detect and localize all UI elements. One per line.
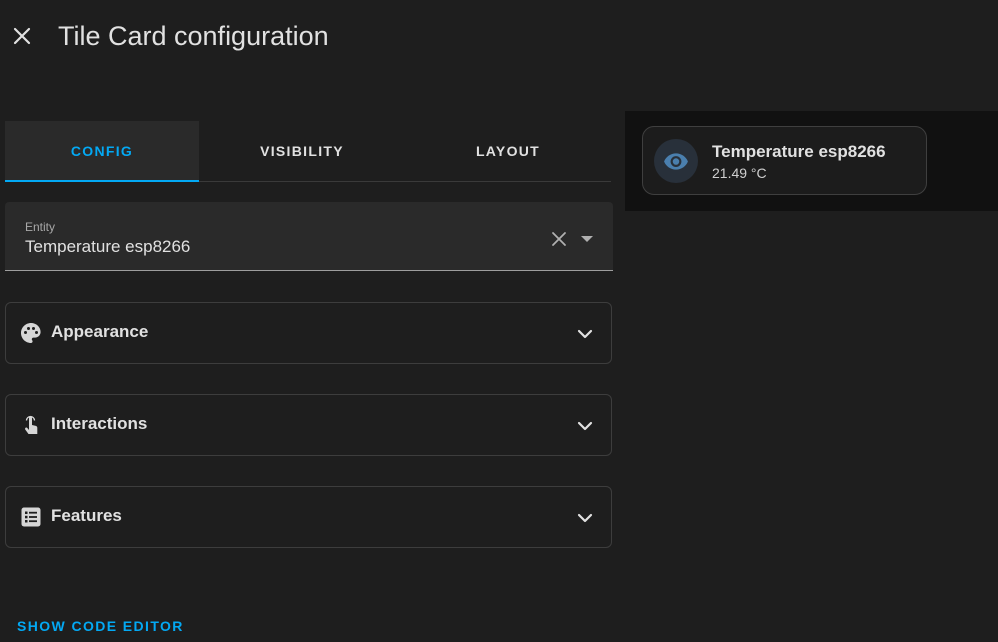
clear-entity-button[interactable] xyxy=(548,228,570,250)
tab-visibility[interactable]: VISIBILITY xyxy=(199,121,405,181)
appearance-panel[interactable]: Appearance xyxy=(5,302,612,364)
card-preview: Temperature esp8266 21.49 °C xyxy=(625,111,998,211)
tile-card[interactable]: Temperature esp8266 21.49 °C xyxy=(642,126,927,195)
tab-bar: CONFIG VISIBILITY LAYOUT xyxy=(5,121,611,182)
caret-down-icon xyxy=(581,236,593,242)
dialog-title: Tile Card configuration xyxy=(58,21,329,51)
chevron-down-icon xyxy=(577,421,593,431)
list-box-icon xyxy=(21,507,41,527)
entity-dropdown-button[interactable] xyxy=(578,228,596,250)
chevron-down-icon xyxy=(577,513,593,523)
tab-layout[interactable]: LAYOUT xyxy=(405,121,611,181)
features-panel[interactable]: Features xyxy=(5,486,612,548)
chevron-down-icon xyxy=(577,329,593,339)
palette-icon xyxy=(21,323,41,343)
interactions-panel[interactable]: Interactions xyxy=(5,394,612,456)
tile-card-config-dialog: Tile Card configuration CONFIG VISIBILIT… xyxy=(0,0,998,642)
tab-config[interactable]: CONFIG xyxy=(5,121,199,182)
tile-name: Temperature esp8266 xyxy=(712,142,886,161)
entity-picker[interactable]: Entity Temperature esp8266 xyxy=(5,202,613,271)
tile-state: 21.49 °C xyxy=(712,165,767,181)
entity-value[interactable]: Temperature esp8266 xyxy=(25,237,190,257)
entity-label: Entity xyxy=(25,220,56,234)
appearance-label: Appearance xyxy=(51,322,149,341)
eye-icon xyxy=(664,153,688,170)
gesture-tap-icon xyxy=(25,415,38,434)
close-icon xyxy=(13,27,31,45)
clear-icon xyxy=(552,232,566,246)
close-button[interactable] xyxy=(6,20,38,52)
features-label: Features xyxy=(51,506,122,525)
interactions-label: Interactions xyxy=(51,414,148,433)
tile-icon-badge[interactable] xyxy=(654,139,698,183)
show-code-editor-button[interactable]: SHOW CODE EDITOR xyxy=(17,618,184,634)
